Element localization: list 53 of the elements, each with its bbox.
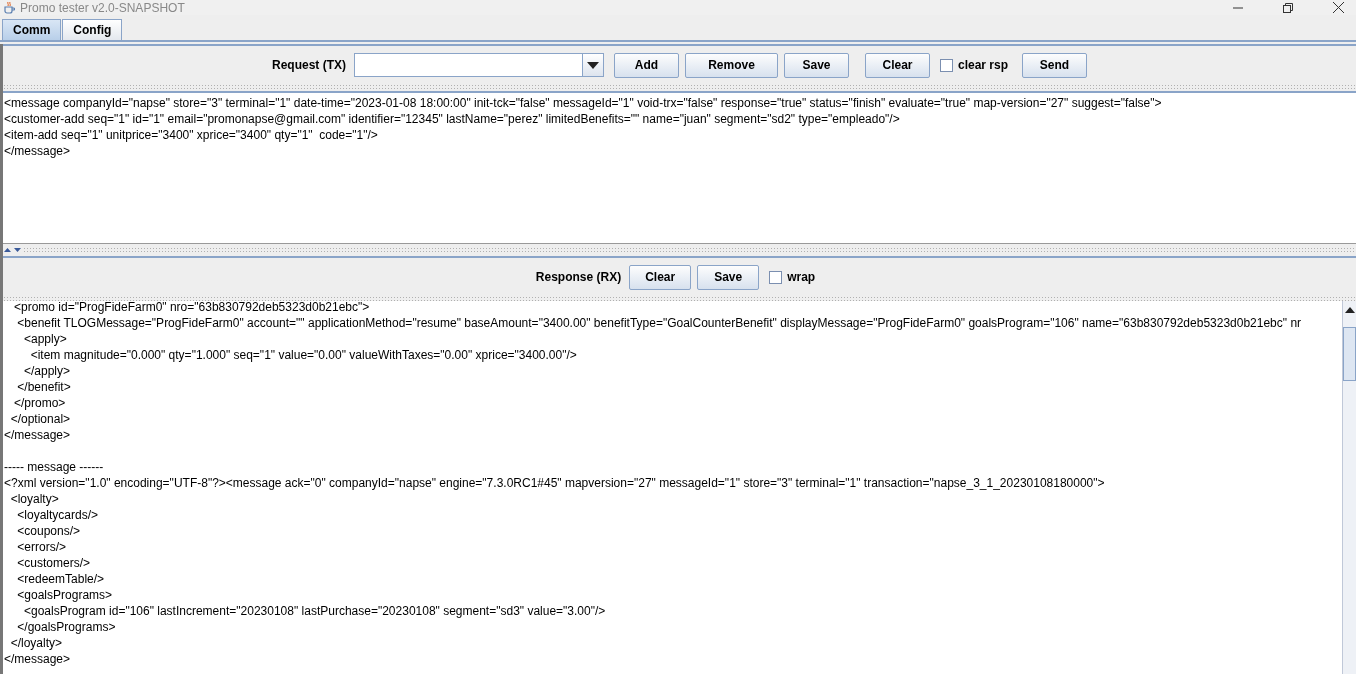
- request-text-line: <message companyId="napse" store="3" terminal="1" date-time="2023-01-08 18:00:00" init-tck="false" messageId="1" void-trx="false" response="true" status="finish" evaluate="true" map-version="27" suggest="false">: [4, 95, 1162, 111]
- response-label: Response (RX): [535, 270, 622, 284]
- toolbar-button[interactable]: Remove: [685, 52, 778, 78]
- clear-button[interactable]: Clear: [865, 52, 930, 78]
- response-text-line: </message>: [4, 651, 71, 667]
- splitter-handle[interactable]: [3, 84, 1356, 93]
- maximize-icon[interactable]: [1283, 2, 1293, 13]
- tab[interactable]: Comm: [2, 19, 62, 40]
- response-text-line: <goalsProgram id="106" lastIncrement="20230108" lastPurchase="20230108" segment="sd3" value="3.00"/>: [23, 603, 606, 619]
- clear-rsp-checkbox[interactable]: clear rsp: [940, 58, 1009, 72]
- response-text-line: <loyalty>: [9, 491, 59, 507]
- toolbar-button[interactable]: Save: [784, 52, 849, 78]
- response-text-line: ----- message ------: [4, 459, 104, 475]
- close-icon[interactable]: [1333, 2, 1344, 13]
- response-text-line: </goalsPrograms>: [16, 619, 116, 635]
- toolbar-button[interactable]: Clear: [629, 264, 692, 290]
- dropdown-caret-icon: [587, 61, 599, 69]
- response-text-line: </loyalty>: [9, 635, 63, 651]
- response-text-line: <coupons/>: [16, 523, 81, 539]
- response-text-line: <goalsPrograms>: [16, 587, 113, 603]
- response-text-line: </promo>: [13, 395, 66, 411]
- response-text-line: <item magnitude="0.000" qty="1.000" seq="1" value="0.00" valueWithTaxes="0.00" xprice="3400.00"/>: [29, 347, 577, 363]
- splitter-arrows-icon[interactable]: [3, 247, 23, 253]
- scroll-up-icon[interactable]: [1344, 307, 1355, 313]
- response-text-line: <promo id="ProgFideFarm0" nro="63b830792deb5323d0b21ebc">: [13, 301, 370, 315]
- cup-icon: [3, 1, 15, 14]
- response-text-line: <?xml version="1.0" encoding="UTF-8"?><message ack="0" companyId="napse" engine="7.3.0RC1#45" mapversion="27" messageId="1" store="3" terminal="1" transaction="napse_3_1_20230108180000">: [4, 475, 1105, 491]
- response-text-line: </message>: [4, 427, 71, 443]
- request-dropdown[interactable]: [354, 53, 604, 77]
- request-text-line: <item-add seq="1" unitprice="3400" xprice="3400" qty="1" code="1"/>: [4, 127, 378, 143]
- toolbar-button[interactable]: Save: [697, 264, 760, 290]
- response-text-area[interactable]: [3, 301, 1342, 674]
- response-text-line: </apply>: [23, 363, 71, 379]
- response-text-line: </benefit>: [16, 379, 71, 395]
- response-text-line: <redeemTable/>: [16, 571, 105, 587]
- splitter-handle[interactable]: [23, 246, 1356, 254]
- response-text-line: <apply>: [23, 331, 67, 347]
- request-label: Request (TX): [271, 58, 346, 72]
- response-text-line: <errors/>: [16, 539, 67, 555]
- request-text-area[interactable]: [3, 93, 1356, 244]
- response-text-line: <customers/>: [16, 555, 91, 571]
- response-text-line: <loyaltycards/>: [16, 507, 99, 523]
- wrap-checkbox[interactable]: wrap: [769, 270, 816, 284]
- response-text-line: </optional>: [9, 411, 71, 427]
- request-text-line: </message>: [4, 143, 71, 159]
- tab[interactable]: Config: [62, 19, 123, 40]
- vertical-scrollbar[interactable]: [1342, 301, 1356, 674]
- request-text-line: <customer-add seq="1" id="1" email="promonapse@gmail.com" identifier="12345" lastName="perez" limitedBenefits="" name="juan" segment="sd2" type="empleado"/>: [4, 111, 900, 127]
- send-button[interactable]: Send: [1022, 52, 1088, 78]
- window-title: Promo tester v2.0-SNAPSHOT: [20, 0, 185, 15]
- scroll-thumb[interactable]: [1343, 327, 1356, 381]
- toolbar-button[interactable]: Add: [614, 52, 679, 78]
- response-text-line: <benefit TLOGMessage="ProgFideFarm0" account="" applicationMethod="resume" baseAmount="3400.00" benefitType="GoalCounterBenefit" displayMessage="ProgFideFarm0" goalsProgram="106" name="63b830792deb5323d0b21ebc" nr: [16, 315, 1302, 331]
